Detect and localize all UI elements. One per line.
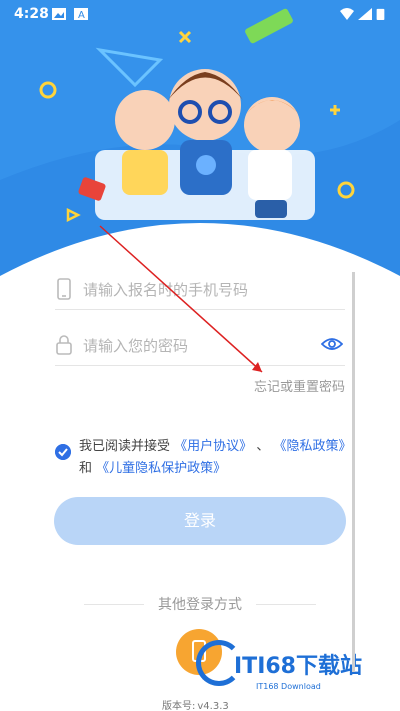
watermark-text: ITI68下载站 — [234, 654, 362, 679]
divider-right — [256, 604, 316, 605]
agreement-separator: 、 — [256, 439, 270, 454]
watermark: ITI68下载站 IT168 Download — [196, 634, 396, 704]
password-input[interactable] — [83, 332, 313, 360]
forgot-password-link[interactable]: 忘记或重置密码 — [254, 376, 345, 395]
other-login-divider: 其他登录方式 — [84, 594, 316, 614]
signal-icon — [358, 8, 372, 20]
svg-text:A: A — [78, 10, 85, 20]
battery-icon — [376, 8, 385, 20]
agreement-prefix: 我已阅读并接受 — [79, 439, 171, 454]
agreement-section: 我已阅读并接受 《用户协议》 、 《隐私政策》 和 《儿童隐私保护政策》 — [55, 436, 355, 480]
user-agreement-link[interactable]: 《用户协议》 — [174, 439, 252, 454]
lock-icon — [56, 335, 72, 355]
phone-input[interactable] — [83, 276, 313, 304]
gallery-icon — [52, 8, 66, 20]
version-label: 版本号: — [162, 701, 196, 711]
login-button[interactable]: 登录 — [54, 497, 346, 545]
agreement-text: 我已阅读并接受 《用户协议》 、 《隐私政策》 和 《儿童隐私保护政策》 — [79, 436, 355, 480]
notification-a-icon: A — [74, 8, 88, 20]
status-time: 4:28 — [14, 6, 49, 22]
phone-icon — [57, 278, 71, 300]
scrollbar[interactable] — [352, 272, 355, 672]
status-bar: 4:28 A — [0, 0, 400, 30]
child-privacy-link[interactable]: 《儿童隐私保护政策》 — [96, 461, 226, 476]
header-illustration — [0, 0, 400, 290]
password-field — [55, 326, 345, 366]
privacy-policy-link[interactable]: 《隐私政策》 — [273, 439, 351, 454]
watermark-sub: IT168 Download — [256, 682, 321, 691]
agreement-and: 和 — [79, 461, 93, 476]
phone-field — [55, 270, 345, 310]
eye-icon[interactable] — [321, 336, 343, 352]
wifi-icon — [340, 8, 354, 20]
check-icon[interactable] — [55, 444, 71, 460]
